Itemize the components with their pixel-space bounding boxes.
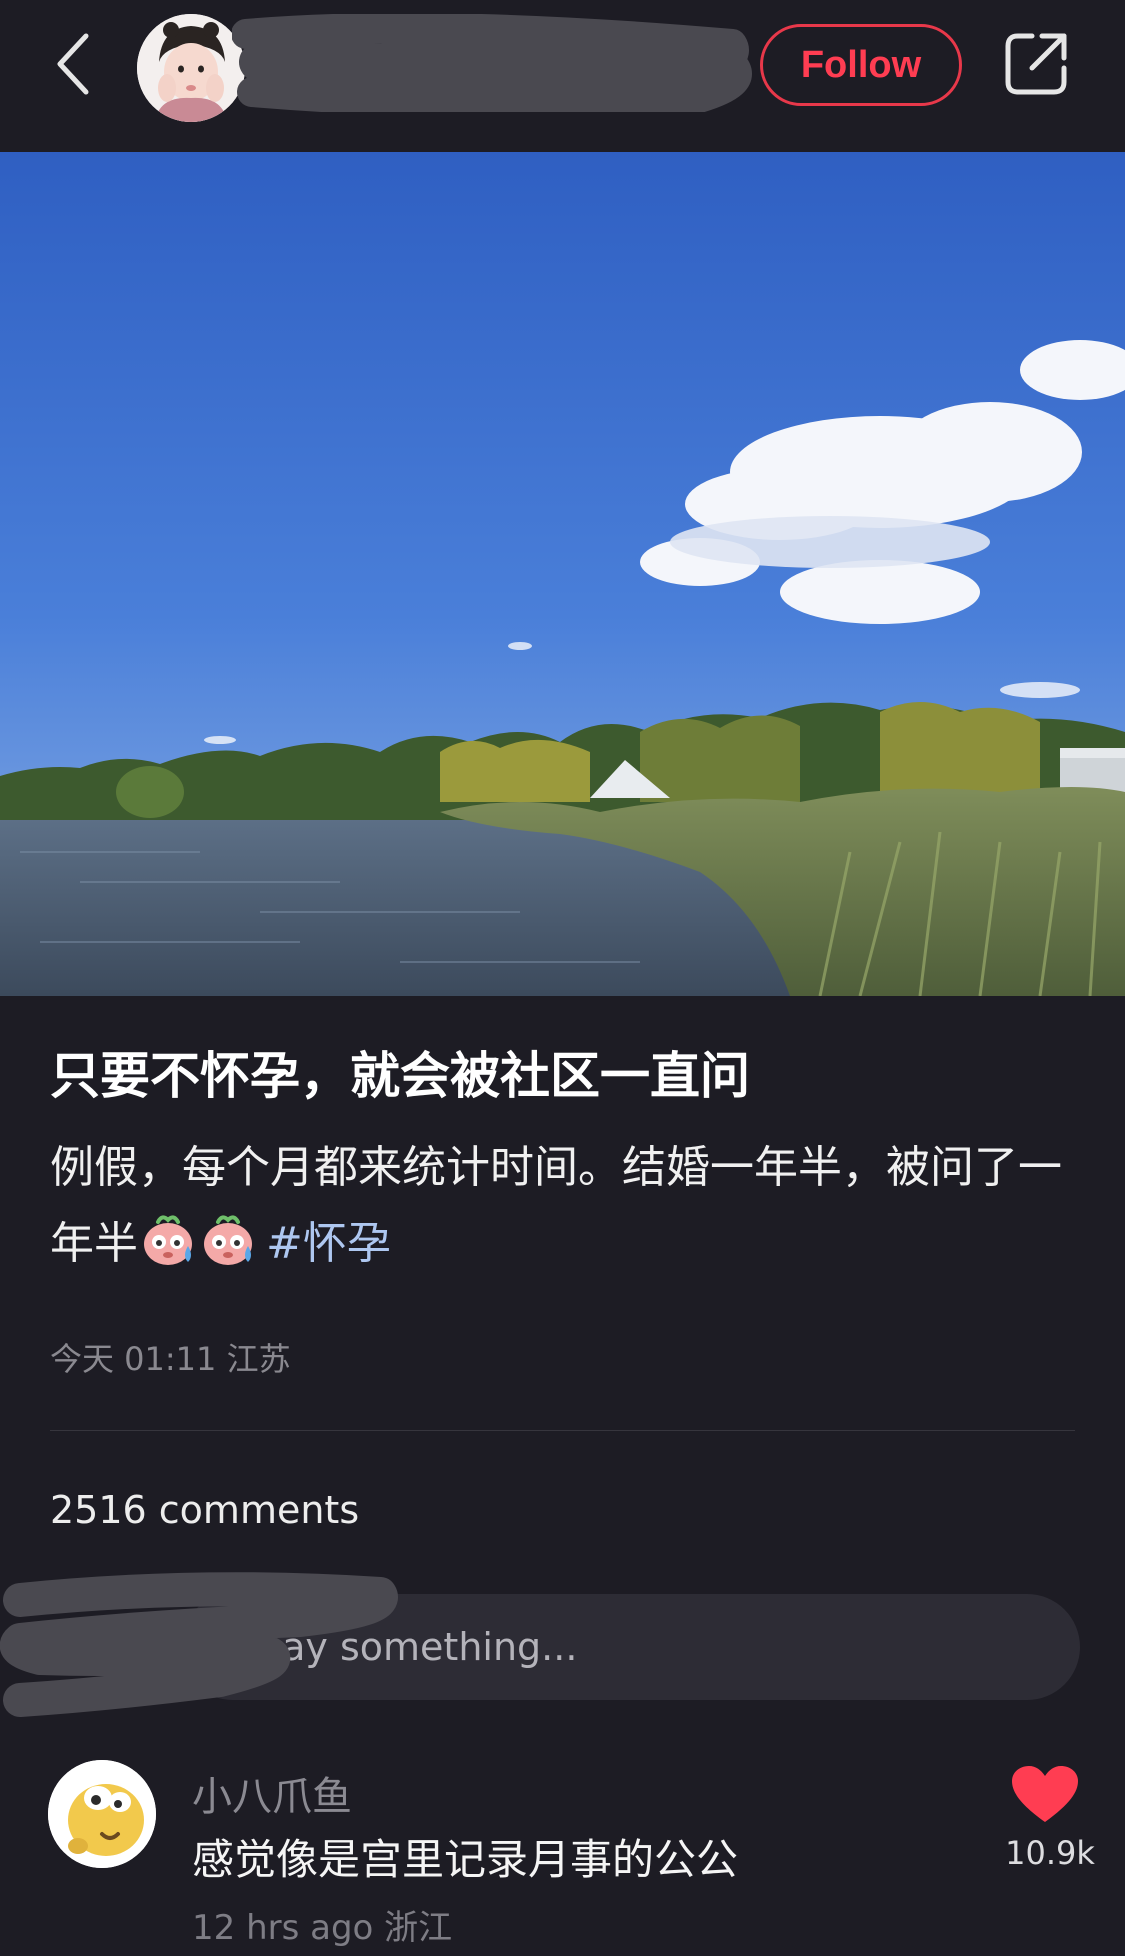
lake-landscape-image xyxy=(0,152,1125,996)
comment-like-count: 10.9k xyxy=(1005,1834,1095,1872)
back-button[interactable] xyxy=(44,26,104,102)
comment-like-button[interactable] xyxy=(1010,1764,1080,1824)
avatar-image xyxy=(48,1760,156,1868)
comment-input[interactable] xyxy=(180,1594,1080,1700)
follow-button[interactable]: Follow xyxy=(760,24,962,106)
divider xyxy=(50,1430,1075,1431)
top-bar: 今天也… Follow xyxy=(0,0,1125,152)
avatar-image xyxy=(137,14,245,122)
post-title: 只要不怀孕，就会被社区一直问 xyxy=(50,1047,750,1105)
commenter-name[interactable]: 小八爪鱼 xyxy=(192,1764,352,1822)
share-icon xyxy=(1005,33,1067,95)
comment-text: 感觉像是宫里记录月事的公公 xyxy=(192,1835,739,1884)
author-name[interactable]: 今天也… xyxy=(272,38,448,102)
post-body: 例假，每个月都来统计时间。结婚一年半，被问了一年半 #怀孕 xyxy=(50,1130,1080,1282)
heart-icon xyxy=(1012,1766,1078,1822)
share-button[interactable] xyxy=(1000,28,1072,100)
chevron-left-icon xyxy=(57,33,89,95)
comment-count: 2516 comments xyxy=(50,1488,360,1532)
comment-timestamp-location: 12 hrs ago 浙江 xyxy=(192,1908,453,1948)
post-photo[interactable] xyxy=(0,152,1125,996)
post-timestamp-location: 今天 01:11 江苏 xyxy=(50,1340,291,1378)
sweat-face-emoji xyxy=(200,1212,256,1268)
author-avatar[interactable] xyxy=(137,14,245,122)
commenter-avatar[interactable] xyxy=(48,1760,156,1868)
sweat-face-emoji xyxy=(140,1212,196,1268)
hashtag-link[interactable]: #怀孕 xyxy=(266,1218,391,1269)
